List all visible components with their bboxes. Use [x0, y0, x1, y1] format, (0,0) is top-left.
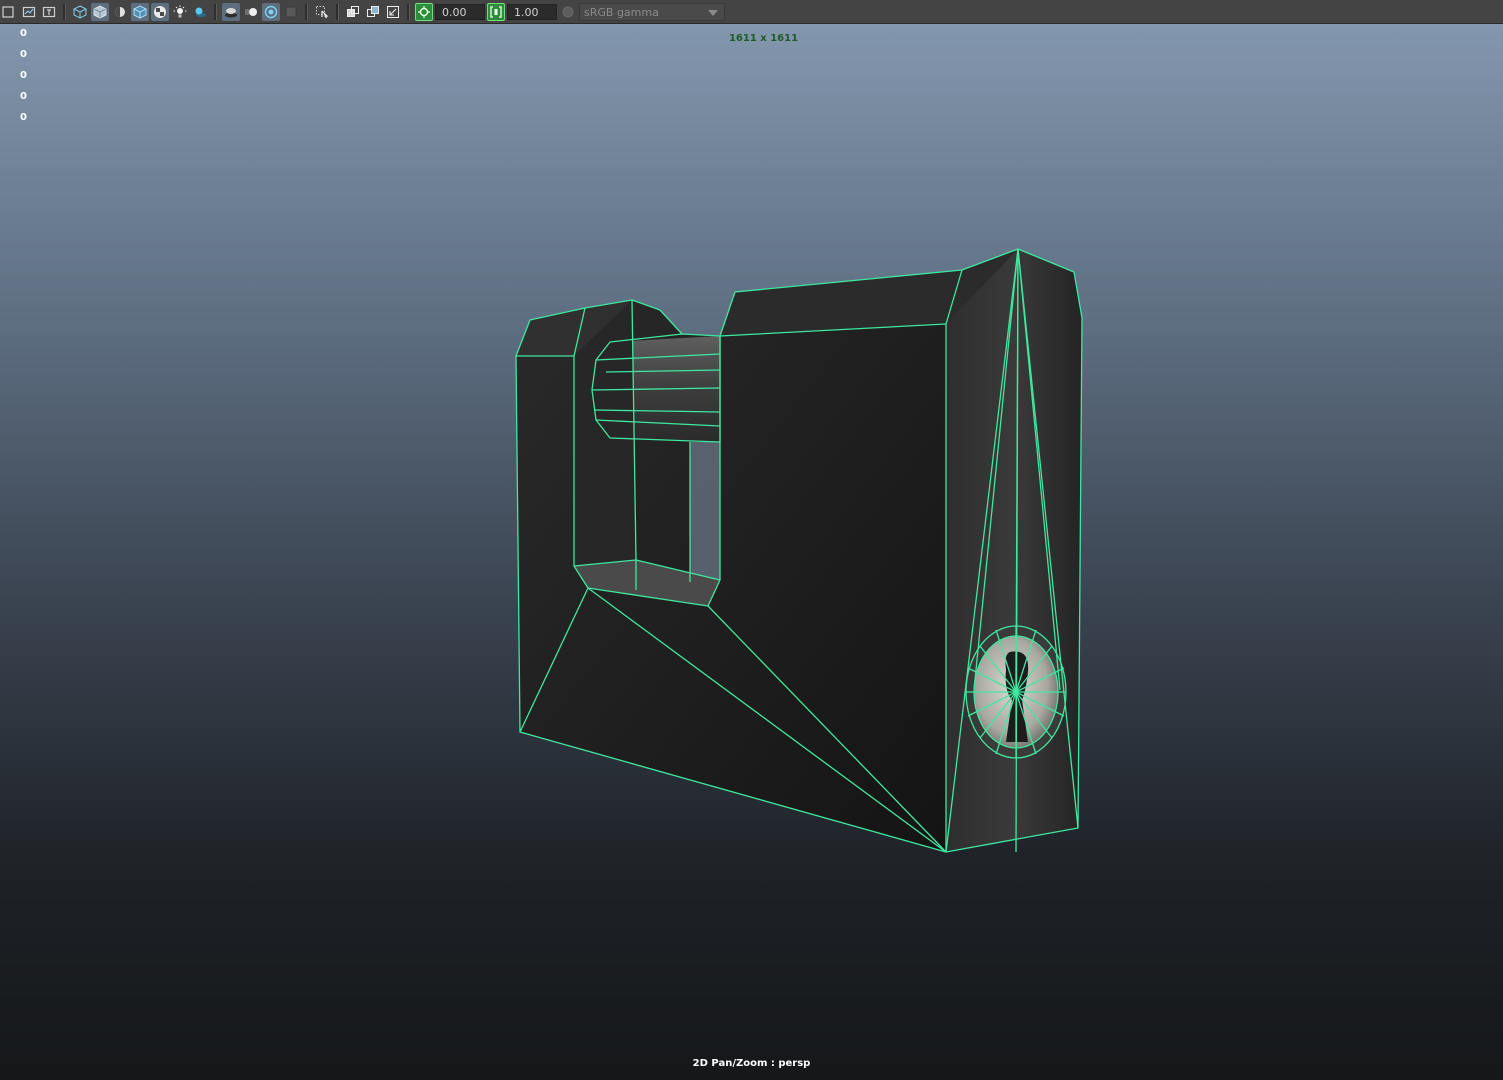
camera-name-label: 2D Pan/Zoom : persp [692, 1058, 811, 1069]
anti-aliasing-icon[interactable] [262, 2, 280, 21]
xray-joints-icon[interactable] [364, 3, 382, 21]
textured-icon[interactable] [151, 2, 169, 21]
shadows-icon[interactable] [191, 3, 209, 21]
viewport-toolbar: 0.00 1.00 sRGB gamma [0, 0, 1503, 24]
xray-icon[interactable] [344, 3, 362, 21]
toolbar-separator [407, 3, 410, 20]
padlock-side-face [946, 249, 1082, 852]
padlock-model[interactable] [0, 24, 1503, 1080]
toolbar-separator [305, 3, 308, 20]
use-all-lights-icon[interactable] [171, 3, 189, 21]
color-space-label: sRGB gamma [584, 5, 659, 19]
exposure-field[interactable]: 0.00 [435, 3, 485, 20]
toolbar-separator [214, 3, 217, 20]
screen-space-ao-icon[interactable] [222, 2, 240, 21]
maya-viewport-window: 0.00 1.00 sRGB gamma 0 0 0 0 0 1611 x 16… [0, 0, 1503, 1080]
image-plane-icon[interactable] [20, 3, 38, 21]
toolbar-separator [63, 3, 66, 20]
isolate-select-icon[interactable] [313, 3, 331, 21]
color-space-dropdown[interactable]: sRGB gamma [579, 2, 725, 21]
chevron-down-icon [708, 9, 718, 16]
xray-active-components-icon[interactable] [384, 3, 402, 21]
motion-blur-icon[interactable] [242, 3, 260, 21]
bookmark-camera-icon[interactable] [0, 3, 18, 21]
view-transform-toggle-icon[interactable] [559, 3, 577, 21]
gamma-toggle-icon[interactable] [487, 2, 505, 21]
padlock-opening [690, 442, 720, 582]
exposure-toggle-icon[interactable] [415, 2, 433, 21]
smooth-shade-icon[interactable] [91, 2, 109, 21]
3d-viewport[interactable]: 0 0 0 0 0 1611 x 1611 2D Pan/Zoom: pers… [0, 24, 1503, 1080]
wireframe-icon[interactable] [71, 3, 89, 21]
toolbar-separator [336, 3, 339, 20]
wireframe-on-shaded-icon[interactable] [131, 2, 149, 21]
gamma-field[interactable]: 1.00 [507, 3, 557, 20]
default-lighting-icon[interactable] [111, 3, 129, 21]
depth-of-field-icon[interactable] [282, 3, 300, 21]
2d-pan-zoom-icon[interactable] [40, 3, 58, 21]
